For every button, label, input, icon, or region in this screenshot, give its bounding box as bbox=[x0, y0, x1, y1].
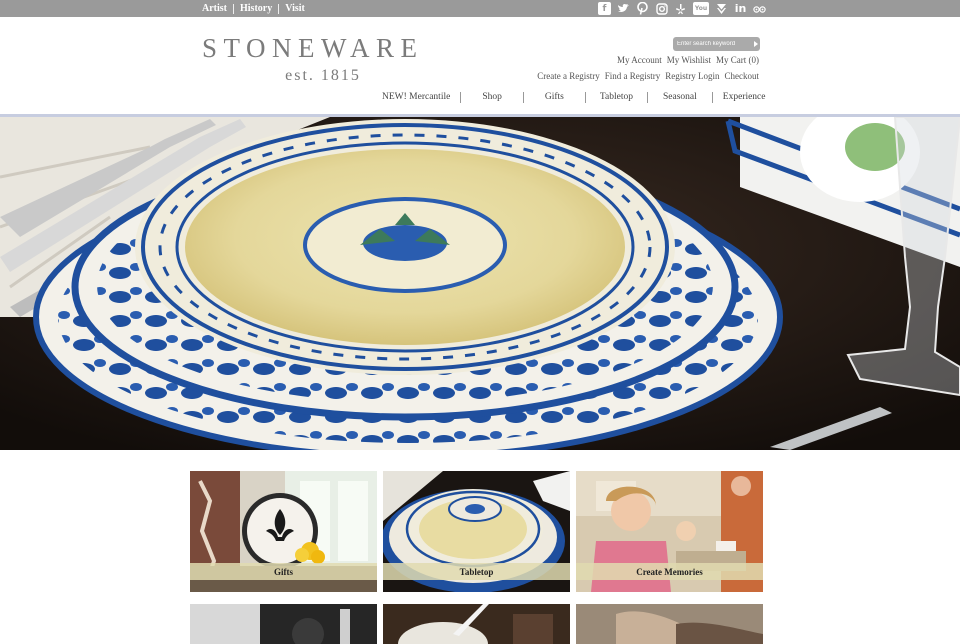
registry-login-link[interactable]: Registry Login bbox=[665, 71, 719, 81]
facebook-icon[interactable]: f bbox=[598, 2, 611, 15]
pinterest-icon[interactable] bbox=[636, 2, 649, 15]
top-link-visit[interactable]: Visit bbox=[279, 3, 311, 14]
my-wishlist-link[interactable]: My Wishlist bbox=[667, 55, 711, 65]
social-icons: f You in bbox=[598, 2, 766, 15]
top-link-artist[interactable]: Artist bbox=[202, 3, 233, 14]
checkout-link[interactable]: Checkout bbox=[725, 71, 760, 81]
linkedin-icon[interactable]: in bbox=[734, 2, 747, 15]
search-submit-icon[interactable] bbox=[754, 41, 758, 47]
find-registry-link[interactable]: Find a Registry bbox=[605, 71, 661, 81]
tile-caption: Tabletop bbox=[383, 563, 570, 580]
main-nav: NEW! Mercantile Shop Gifts Tabletop Seas… bbox=[382, 91, 766, 103]
nav-item-mercantile[interactable]: NEW! Mercantile bbox=[382, 92, 450, 102]
hero-image[interactable] bbox=[0, 117, 960, 450]
site-logo[interactable]: STONEWARE est. 1815 bbox=[202, 33, 444, 85]
my-account-link[interactable]: My Account bbox=[617, 55, 662, 65]
search-input[interactable] bbox=[673, 37, 753, 51]
divider bbox=[711, 91, 713, 103]
registry-links: Create a Registry Find a Registry Regist… bbox=[537, 71, 759, 81]
search-box bbox=[673, 37, 760, 51]
account-links: My Account My Wishlist My Cart (0) bbox=[617, 55, 759, 65]
divider bbox=[522, 91, 524, 103]
tile-tabletop[interactable]: Tabletop bbox=[383, 471, 570, 592]
top-bar: Artist History Visit f You in bbox=[0, 0, 960, 17]
yelp-icon[interactable] bbox=[674, 2, 687, 15]
create-registry-link[interactable]: Create a Registry bbox=[537, 71, 599, 81]
tripadvisor-icon[interactable] bbox=[753, 2, 766, 15]
nav-item-experience[interactable]: Experience bbox=[723, 92, 766, 102]
divider bbox=[460, 91, 462, 103]
tile-lower-1[interactable] bbox=[190, 604, 377, 644]
logo-established: est. 1815 bbox=[285, 67, 361, 84]
tile-lower-2[interactable] bbox=[383, 604, 570, 644]
top-links: Artist History Visit bbox=[202, 0, 311, 17]
tile-lower-3[interactable] bbox=[576, 604, 763, 644]
divider bbox=[584, 91, 586, 103]
nav-item-shop[interactable]: Shop bbox=[482, 92, 502, 102]
tile-create-memories[interactable]: Create Memories bbox=[576, 471, 763, 592]
nav-item-tabletop[interactable]: Tabletop bbox=[600, 92, 633, 102]
tile-caption: Gifts bbox=[190, 563, 377, 580]
my-cart-link[interactable]: My Cart (0) bbox=[716, 55, 759, 65]
tile-gifts[interactable]: Gifts bbox=[190, 471, 377, 592]
youtube-icon[interactable]: You bbox=[693, 2, 709, 15]
foursquare-icon[interactable] bbox=[715, 2, 728, 15]
twitter-icon[interactable] bbox=[617, 2, 630, 15]
tile-caption: Create Memories bbox=[576, 563, 763, 580]
logo-name: STONEWARE bbox=[202, 33, 424, 63]
nav-item-seasonal[interactable]: Seasonal bbox=[663, 92, 697, 102]
top-link-history[interactable]: History bbox=[234, 3, 278, 14]
divider bbox=[646, 91, 648, 103]
instagram-icon[interactable] bbox=[655, 2, 668, 15]
nav-item-gifts[interactable]: Gifts bbox=[545, 92, 564, 102]
